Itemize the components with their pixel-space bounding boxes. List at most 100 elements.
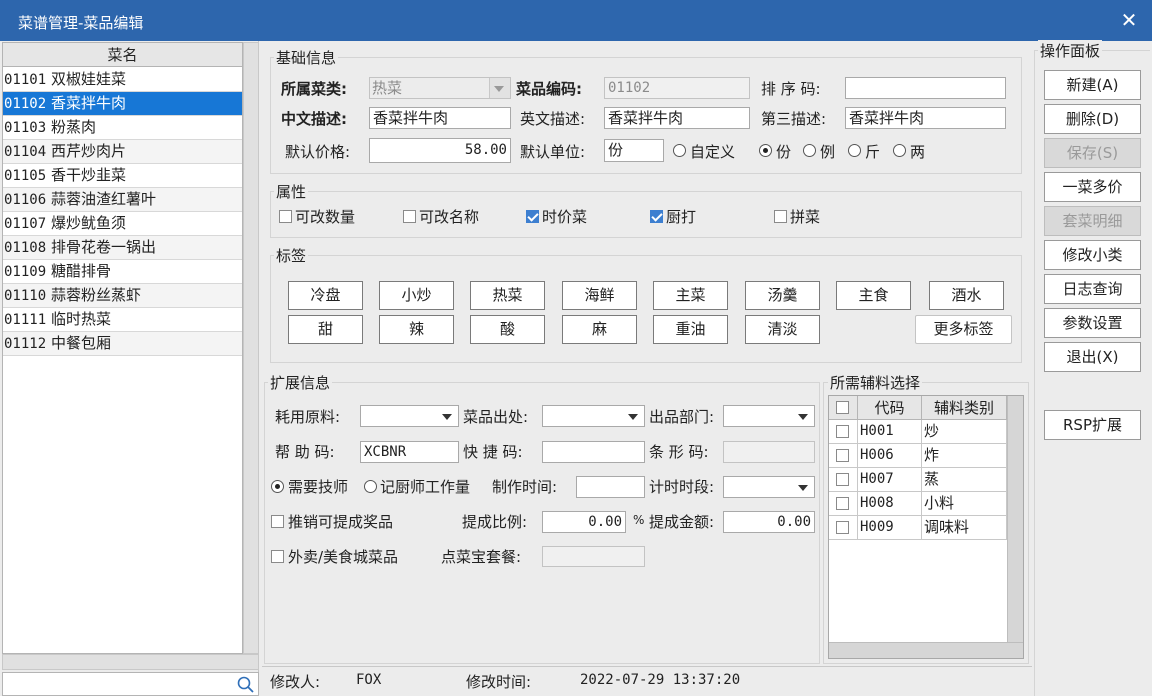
param-settings-button[interactable]: 参数设置 [1044, 308, 1141, 338]
commission-amount-field[interactable]: 0.00 [723, 511, 815, 533]
tag-button[interactable]: 主食 [836, 281, 911, 310]
aux-row-checkbox[interactable] [836, 473, 849, 486]
unit-radio[interactable] [759, 144, 772, 157]
search-icon[interactable] [236, 675, 256, 695]
category-select[interactable]: 热菜 [369, 77, 511, 99]
dish-list-item[interactable]: 01110 蒜蓉粉丝蒸虾 [3, 284, 242, 308]
dish-list-item[interactable]: 01104 西芹炒肉片 [3, 140, 242, 164]
dish-search-input[interactable] [2, 672, 259, 696]
exit-button[interactable]: 退出(X) [1044, 342, 1141, 372]
aux-row-checkbox[interactable] [836, 521, 849, 534]
aux-header-code[interactable]: 代码 [858, 396, 922, 420]
aux-table[interactable]: 代码 辅料类别 H001 炒 H006 炸 H007 蒸 H008 小料 H009 调味料 [828, 395, 1024, 659]
chevron-down-icon[interactable] [442, 414, 452, 420]
aux-row-check[interactable] [829, 420, 858, 444]
dish-list-item[interactable]: 01103 粉蒸肉 [3, 116, 242, 140]
aux-horizontal-scrollbar[interactable] [829, 642, 1023, 658]
en-desc-field[interactable]: 香菜拌牛肉 [604, 107, 750, 129]
aux-row-checkbox[interactable] [836, 497, 849, 510]
dish-list[interactable]: 菜名 01101 双椒娃娃菜 01102 香菜拌牛肉 01103 粉蒸肉 01104 … [2, 42, 243, 654]
tag-button[interactable]: 酒水 [929, 281, 1004, 310]
more-tags-button[interactable]: 更多标签 [915, 315, 1012, 344]
tag-button[interactable]: 甜 [288, 315, 363, 344]
set-detail-button[interactable]: 套菜明细 [1044, 206, 1141, 236]
dish-list-item[interactable]: 01106 蒜蓉油渣红薯叶 [3, 188, 242, 212]
cn-desc-field[interactable]: 香菜拌牛肉 [369, 107, 511, 129]
helper-code-field[interactable]: XCBNR [360, 441, 459, 463]
aux-row-type[interactable]: 炒 [922, 420, 1007, 444]
unit-radio[interactable] [848, 144, 861, 157]
raw-material-select[interactable] [360, 405, 459, 427]
aux-row-type[interactable]: 蒸 [922, 468, 1007, 492]
attribute-checkbox[interactable] [403, 210, 416, 223]
tag-button[interactable]: 汤羹 [745, 281, 820, 310]
horizontal-scrollbar[interactable] [2, 654, 259, 670]
default-unit-field[interactable]: 份 [604, 139, 664, 162]
output-dept-select[interactable] [723, 405, 815, 427]
aux-row-type[interactable]: 炸 [922, 444, 1007, 468]
aux-row-check[interactable] [829, 516, 858, 540]
aux-row-type[interactable]: 调味料 [922, 516, 1007, 540]
aux-row-code[interactable]: H008 [858, 492, 922, 516]
tag-button[interactable]: 酸 [470, 315, 545, 344]
combo-field[interactable] [542, 546, 645, 567]
close-icon[interactable]: ✕ [1118, 8, 1140, 32]
attribute-checkbox[interactable] [526, 210, 539, 223]
dish-list-item[interactable]: 01108 排骨花卷一锅出 [3, 236, 242, 260]
aux-row-checkbox[interactable] [836, 425, 849, 438]
aux-row-type[interactable]: 小料 [922, 492, 1007, 516]
tag-button[interactable]: 主菜 [653, 281, 728, 310]
unit-radio[interactable] [893, 144, 906, 157]
aux-row-check[interactable] [829, 444, 858, 468]
barcode-field[interactable] [723, 441, 815, 463]
modify-subclass-button[interactable]: 修改小类 [1044, 240, 1141, 270]
attribute-checkbox[interactable] [279, 210, 292, 223]
third-desc-field[interactable]: 香菜拌牛肉 [845, 107, 1006, 129]
tag-button[interactable]: 冷盘 [288, 281, 363, 310]
aux-row-code[interactable]: H007 [858, 468, 922, 492]
dish-origin-select[interactable] [542, 405, 645, 427]
attribute-checkbox[interactable] [774, 210, 787, 223]
sort-code-field[interactable] [845, 77, 1006, 99]
aux-vertical-scrollbar[interactable] [1007, 396, 1023, 642]
need-chef-radio[interactable] [271, 480, 284, 493]
tag-button[interactable]: 重油 [653, 315, 728, 344]
default-price-field[interactable]: 58.00 [369, 138, 511, 163]
dish-list-item[interactable]: 01107 爆炒鱿鱼须 [3, 212, 242, 236]
dish-list-item[interactable]: 01105 香干炒韭菜 [3, 164, 242, 188]
delete-button[interactable]: 删除(D) [1044, 104, 1141, 134]
aux-row-code[interactable]: H001 [858, 420, 922, 444]
log-query-button[interactable]: 日志查询 [1044, 274, 1141, 304]
aux-row-code[interactable]: H009 [858, 516, 922, 540]
takeout-checkbox[interactable] [271, 550, 284, 563]
multi-price-button[interactable]: 一菜多价 [1044, 172, 1141, 202]
make-time-field[interactable] [576, 476, 645, 498]
dish-list-item[interactable]: 01109 糖醋排骨 [3, 260, 242, 284]
quick-code-field[interactable] [542, 441, 645, 463]
attribute-checkbox[interactable] [650, 210, 663, 223]
aux-header-type[interactable]: 辅料类别 [922, 396, 1007, 420]
save-button[interactable]: 保存(S) [1044, 138, 1141, 168]
dish-list-item[interactable]: 01102 香菜拌牛肉 [3, 92, 242, 116]
dish-code-field[interactable]: 01102 [604, 77, 750, 99]
tag-button[interactable]: 海鲜 [562, 281, 637, 310]
unit-radio[interactable] [673, 144, 686, 157]
timing-select[interactable] [723, 476, 815, 498]
aux-row-check[interactable] [829, 468, 858, 492]
tag-button[interactable]: 小炒 [379, 281, 454, 310]
tag-button[interactable]: 辣 [379, 315, 454, 344]
new-button[interactable]: 新建(A) [1044, 70, 1141, 100]
aux-row-code[interactable]: H006 [858, 444, 922, 468]
chevron-down-icon[interactable] [628, 414, 638, 420]
chef-workload-radio[interactable] [364, 480, 377, 493]
aux-header-check[interactable] [829, 396, 858, 420]
tag-button[interactable]: 麻 [562, 315, 637, 344]
commission-ratio-field[interactable]: 0.00 [542, 511, 626, 533]
tag-button[interactable]: 清淡 [745, 315, 820, 344]
aux-row-check[interactable] [829, 492, 858, 516]
vertical-scrollbar[interactable] [243, 42, 259, 654]
rsp-extension-button[interactable]: RSP扩展 [1044, 410, 1141, 440]
tag-button[interactable]: 热菜 [470, 281, 545, 310]
aux-select-all-checkbox[interactable] [836, 401, 849, 414]
chevron-down-icon[interactable] [798, 414, 808, 420]
